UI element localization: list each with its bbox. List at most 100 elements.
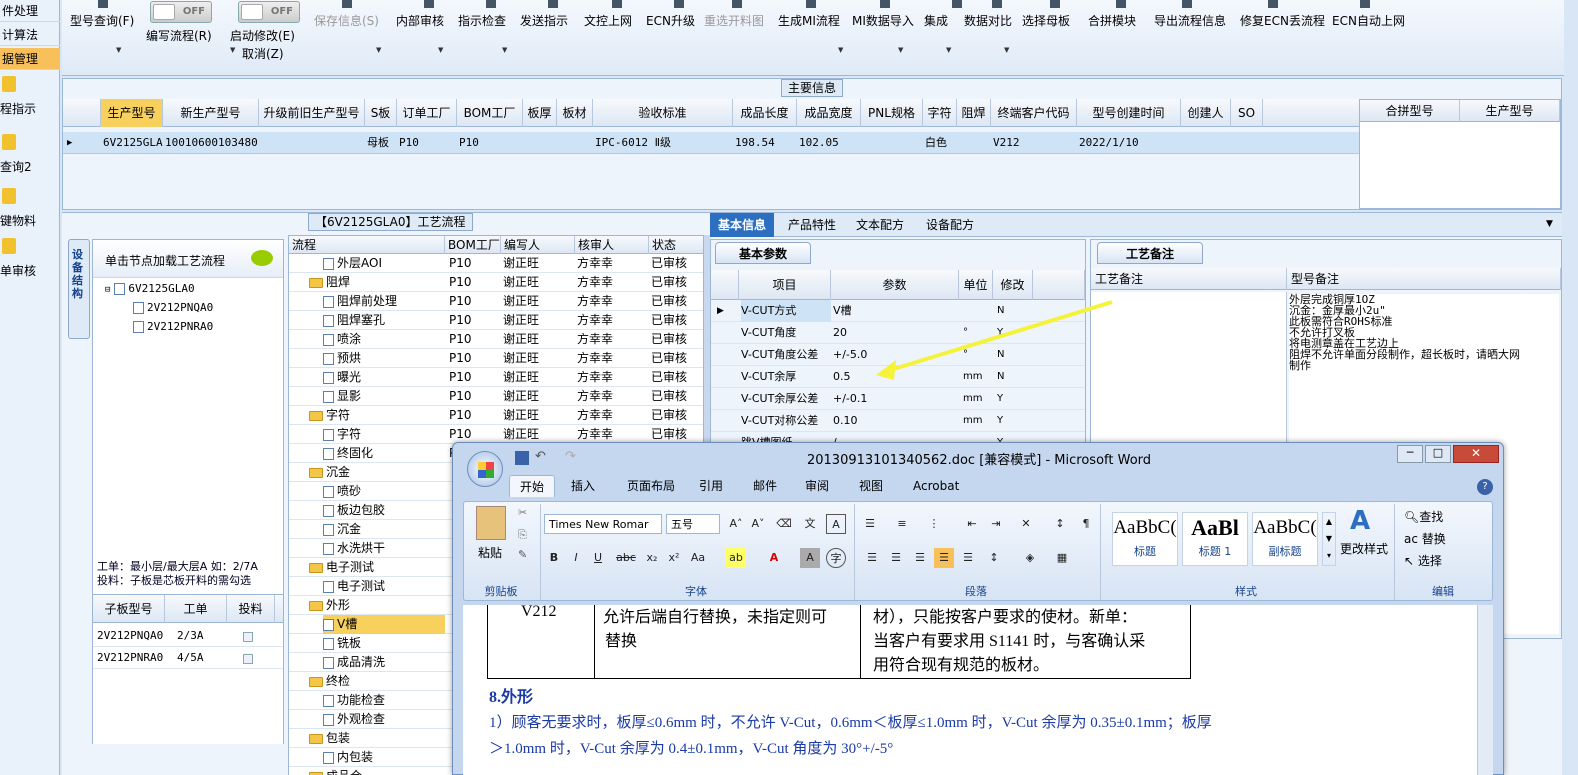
column-header[interactable]: 板厚 <box>523 99 557 127</box>
process-row[interactable]: 外层AOI P10 谢正旺 方幸幸 已审核 <box>289 254 703 273</box>
process-step[interactable]: 功能检查 <box>323 691 445 710</box>
dropdown-arrow-icon[interactable]: ▼ <box>838 46 843 54</box>
process-step[interactable]: 铣板 <box>323 634 445 653</box>
toolbar-button[interactable]: 启动修改(E) <box>230 27 295 44</box>
shading-button[interactable]: ◈ <box>1020 548 1040 568</box>
ribbon-tab[interactable]: 页面布局 <box>617 475 685 497</box>
subboard-row[interactable]: 2V212PNRA0 4/5A <box>93 647 283 669</box>
column-header[interactable]: 创建人 <box>1181 99 1231 127</box>
process-step[interactable]: 预烘 <box>323 349 445 368</box>
column-header[interactable]: S板 <box>365 99 397 127</box>
justify-button[interactable]: ☰ <box>934 548 954 568</box>
grid-cell[interactable]: 6V2125GLA0 <box>103 132 163 154</box>
bold-button[interactable]: B <box>544 548 564 568</box>
process-step[interactable]: 内包装 <box>323 748 445 767</box>
param-value[interactable]: 0.10 <box>833 410 959 432</box>
toolbar-button[interactable]: 导出流程信息 <box>1154 12 1226 29</box>
dropdown-arrow-icon[interactable]: ▼ <box>438 46 443 54</box>
process-step[interactable]: 外形 <box>309 596 445 615</box>
grid-cell[interactable] <box>261 132 365 154</box>
params-column-header[interactable]: 修改 <box>993 270 1033 300</box>
grid-cell[interactable] <box>863 132 923 154</box>
subboard-column-header[interactable]: 工单 <box>165 595 227 623</box>
toolbar-button[interactable]: 选择母板 <box>1022 12 1070 29</box>
column-header[interactable]: 成品长度 <box>733 99 797 127</box>
ribbon-tab[interactable]: 审阅 <box>795 475 839 497</box>
bullets-button[interactable]: ☰ <box>860 514 880 534</box>
doc-scrollbar[interactable] <box>1477 605 1493 775</box>
italic-button[interactable]: I <box>566 548 586 568</box>
cut-icon[interactable]: ✂ <box>518 506 527 519</box>
tree-node[interactable]: 2V212PNQA0 <box>133 301 213 314</box>
grid-cell[interactable] <box>1183 132 1231 154</box>
params-row[interactable]: V-CUT余厚公差 +/-0.1 mm Y <box>711 388 1085 410</box>
toolbar-button[interactable]: 修复ECN丢流程 <box>1240 12 1325 29</box>
param-modify[interactable]: Y <box>997 388 1033 410</box>
font-name-box[interactable]: Times New Romar <box>544 514 662 534</box>
params-column-header[interactable]: 项目 <box>739 270 831 300</box>
column-header[interactable]: 订单工厂 <box>397 99 457 127</box>
process-step[interactable]: 成品清洗 <box>323 653 445 672</box>
grid-cell[interactable] <box>525 132 557 154</box>
tree-node[interactable]: 2V212PNRA0 <box>133 320 213 333</box>
process-row[interactable]: 显影 P10 谢正旺 方幸幸 已审核 <box>289 387 703 406</box>
process-row[interactable]: 阻焊前处理 P10 谢正旺 方幸幸 已审核 <box>289 292 703 311</box>
ribbon-tab[interactable]: Acrobat <box>903 475 969 497</box>
dropdown-arrow-icon[interactable]: ▼ <box>1004 46 1009 54</box>
maximize-button[interactable]: □ <box>1425 445 1451 463</box>
checkbox-icon[interactable] <box>243 653 253 664</box>
process-row[interactable]: 阻焊 P10 谢正旺 方幸幸 已审核 <box>289 273 703 292</box>
style-item[interactable]: AaBbC(副标题 <box>1252 512 1318 566</box>
process-column-header[interactable]: 流程 <box>289 236 445 254</box>
left-nav-item[interactable]: 件处理 <box>0 0 60 22</box>
grid-cell[interactable]: 白色 <box>925 132 957 154</box>
numbering-button[interactable]: ≡ <box>892 514 912 534</box>
align-right-button[interactable]: ☰ <box>910 548 930 568</box>
style-item[interactable]: AaBbC(标题 <box>1112 512 1178 566</box>
checkbox-icon[interactable] <box>243 631 253 642</box>
process-column-header[interactable]: BOM工厂 <box>445 236 501 254</box>
char-border-button[interactable]: A <box>826 514 846 534</box>
feed-checkbox[interactable] <box>243 625 263 644</box>
params-column-header[interactable]: 参数 <box>831 270 959 300</box>
left-nav-item[interactable]: 键物料 <box>0 212 36 229</box>
toolbar-button[interactable]: 文控上网 <box>584 12 632 29</box>
grid-cell[interactable]: P10 <box>399 132 457 154</box>
toolbar-button[interactable]: MI数据导入 <box>852 12 914 29</box>
column-header[interactable]: 字符 <box>923 99 957 127</box>
process-step[interactable]: 板边包胶 <box>323 501 445 520</box>
param-value[interactable]: +/-5.0 <box>833 344 959 366</box>
close-button[interactable]: ✕ <box>1453 445 1499 463</box>
left-nav-item[interactable]: 单审核 <box>0 262 36 279</box>
column-header[interactable]: 验收标准 <box>593 99 733 127</box>
process-step[interactable]: 字符 <box>309 406 445 425</box>
process-step[interactable]: 外观检查 <box>323 710 445 729</box>
column-header[interactable]: SO <box>1231 99 1263 127</box>
increase-indent-button[interactable]: ⇥ <box>986 514 1006 534</box>
document-area[interactable]: V212 允许后端自行替换，未指定则可 替换 材），只能按客户要求的使材。新单：… <box>463 605 1493 775</box>
paste-label[interactable]: 粘贴 <box>478 544 502 561</box>
subboard-column-header[interactable]: 投料 <box>227 595 275 623</box>
ribbon-tab[interactable]: 引用 <box>689 475 733 497</box>
grid-cell[interactable]: IPC-6012 Ⅱ级 <box>595 132 733 154</box>
process-step[interactable]: 沉金 <box>323 520 445 539</box>
ribbon-tab[interactable]: 插入 <box>561 475 605 497</box>
superscript-button[interactable]: x² <box>664 548 684 568</box>
minimize-button[interactable]: ─ <box>1397 445 1423 463</box>
font-size-box[interactable]: 五号 <box>666 514 720 534</box>
distribute-button[interactable]: ☰ <box>958 548 978 568</box>
process-step[interactable]: 喷涂 <box>323 330 445 349</box>
param-modify[interactable]: N <box>997 366 1033 388</box>
left-nav-item[interactable]: 据管理 <box>0 48 60 70</box>
params-row[interactable]: V-CUT角度 20 ° Y <box>711 322 1085 344</box>
toolbar-button[interactable]: 指示检查 <box>458 12 506 29</box>
toolbar-button[interactable]: 生成MI流程 <box>778 12 840 29</box>
toolbar-button[interactable]: 集成 <box>924 12 948 29</box>
process-step[interactable]: 外层AOI <box>323 254 445 273</box>
merge-column-header[interactable]: 合拼型号 <box>1360 100 1460 122</box>
process-step[interactable]: 阻焊塞孔 <box>323 311 445 330</box>
toolbar-button[interactable]: ECN升级 <box>646 12 695 29</box>
param-value[interactable]: V槽 <box>833 300 959 322</box>
grid-cell[interactable]: 2022/1/10 <box>1079 132 1181 154</box>
process-column-header[interactable]: 状态 <box>649 236 703 254</box>
